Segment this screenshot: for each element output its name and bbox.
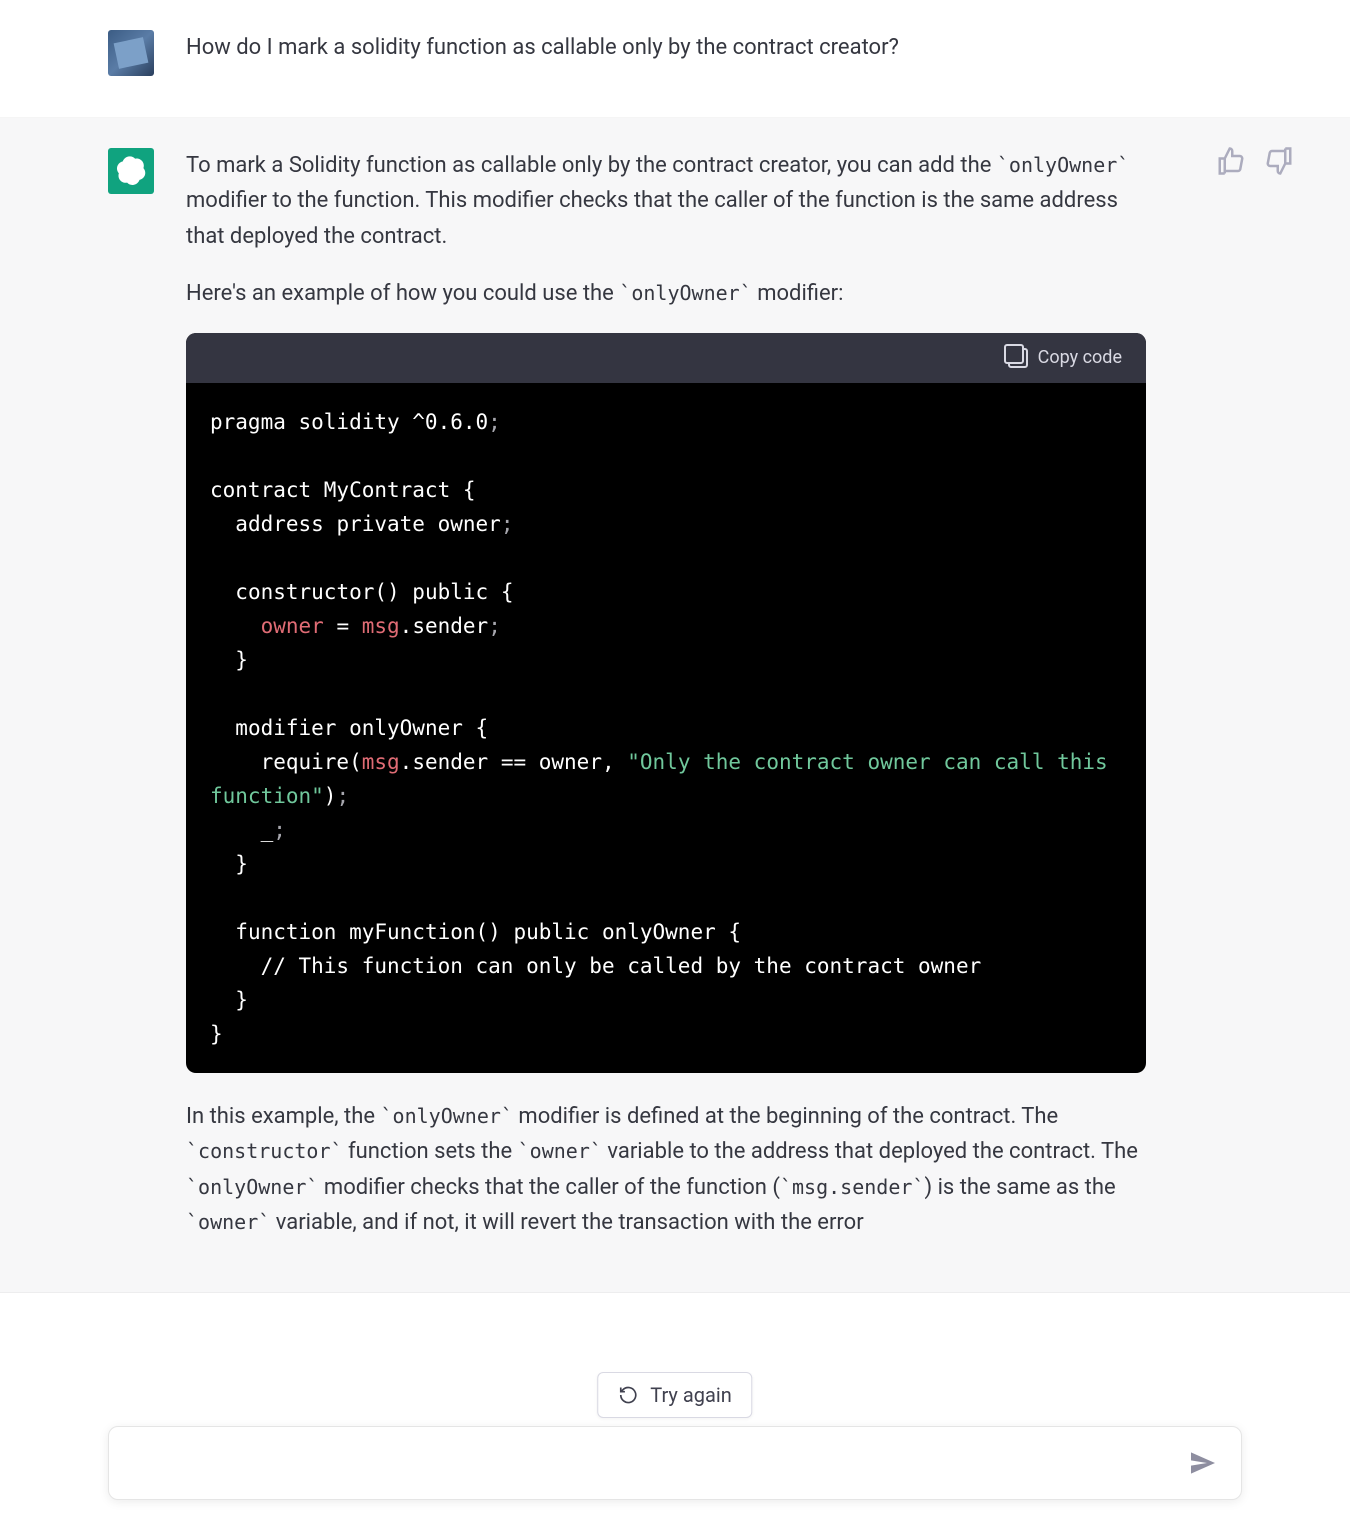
message-input[interactable]	[133, 1447, 1171, 1479]
assistant-avatar	[108, 148, 154, 194]
try-again-button[interactable]: Try again	[597, 1372, 752, 1418]
try-again-label: Try again	[650, 1383, 731, 1407]
user-question: How do I mark a solidity function as cal…	[186, 30, 1180, 65]
copy-code-button[interactable]: Copy code	[1008, 344, 1122, 373]
retry-icon	[618, 1385, 638, 1405]
inline-code: `msg.sender`	[780, 1175, 925, 1199]
input-area	[0, 1426, 1350, 1536]
send-button[interactable]	[1187, 1447, 1219, 1479]
clipboard-icon	[1008, 348, 1028, 368]
assistant-para-3: In this example, the `onlyOwner` modifie…	[186, 1099, 1146, 1240]
inline-code: `onlyOwner`	[186, 1175, 318, 1199]
user-avatar	[108, 30, 154, 76]
assistant-message: To mark a Solidity function as callable …	[0, 118, 1350, 1293]
assistant-para-1: To mark a Solidity function as callable …	[186, 148, 1146, 254]
user-message: How do I mark a solidity function as cal…	[0, 0, 1350, 118]
inline-code: `constructor`	[186, 1139, 343, 1163]
code-content: pragma solidity ^0.6.0; contract MyContr…	[186, 383, 1146, 1073]
inline-code: `onlyOwner`	[619, 281, 751, 305]
feedback-buttons	[1216, 146, 1294, 176]
inline-code: `onlyOwner`	[381, 1104, 513, 1128]
code-header: Copy code	[186, 333, 1146, 383]
code-block: Copy code pragma solidity ^0.6.0; contra…	[186, 333, 1146, 1073]
send-icon	[1187, 1447, 1219, 1479]
thumbs-up-icon[interactable]	[1216, 146, 1246, 176]
inline-code: `owner`	[518, 1139, 602, 1163]
copy-code-label: Copy code	[1038, 344, 1122, 373]
assistant-para-2: Here's an example of how you could use t…	[186, 276, 1146, 311]
thumbs-down-icon[interactable]	[1264, 146, 1294, 176]
inline-code: `onlyOwner`	[997, 153, 1129, 177]
inline-code: `owner`	[186, 1210, 270, 1234]
input-box[interactable]	[108, 1426, 1242, 1500]
